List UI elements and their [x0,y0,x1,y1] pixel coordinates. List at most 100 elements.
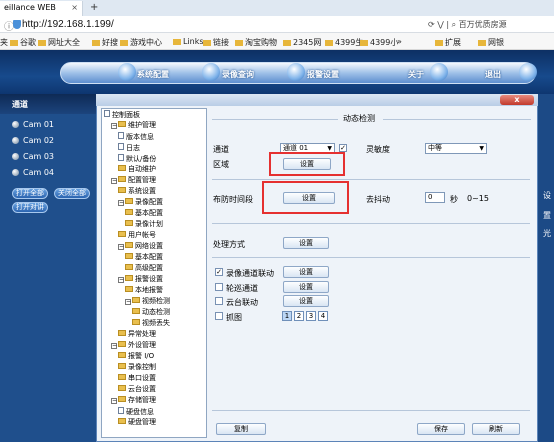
menu-record-search[interactable]: 录像查询 [222,69,254,80]
sensitivity-select[interactable]: 中等 ▼ [425,143,487,154]
menu-exit[interactable]: 退出 [485,69,501,80]
tree-node[interactable]: − 配置管理 [111,176,156,184]
menu-alarm-settings[interactable]: 报警设置 [307,69,339,80]
tree-node[interactable]: − 录像配置 [118,198,163,206]
tree-node[interactable]: 基本配置 [125,253,163,261]
dialog-title-bar [96,94,538,106]
camera-item[interactable]: Cam 02 [12,136,54,145]
bookmark-item[interactable]: 网银 [478,37,504,48]
close-all-button[interactable]: 关闭全部 [54,188,90,199]
copy-button[interactable]: 复制 [216,423,266,435]
tree-node[interactable]: − 网络设置 [118,242,163,250]
bookmark-item[interactable]: 谷歌 [10,37,36,48]
tree-node-label: 自动维护 [128,165,156,173]
tree-node[interactable]: 录像计划 [125,220,163,228]
snapshot-channel-2[interactable]: 2 [294,311,304,321]
tree-node[interactable]: 系统设置 [118,187,156,195]
collapse-icon[interactable]: − [118,200,124,206]
new-tab-button[interactable]: + [90,2,98,13]
debounce-input[interactable]: 0 [425,192,445,203]
tree-node[interactable]: 视频丢失 [132,319,170,327]
collapse-icon[interactable]: − [111,343,117,349]
tour-set-button[interactable]: 设置 [283,281,329,293]
tree-node[interactable]: 硬盘管理 [118,418,156,426]
tree-node[interactable]: 用户帐号 [118,231,156,239]
tree-node[interactable]: 控制面板 [104,110,140,119]
camera-label: Cam 03 [23,152,55,161]
tree-node[interactable]: 硬盘信息 [118,407,154,416]
tree-node[interactable]: 本地报警 [125,286,163,294]
tree-node[interactable]: 串口设置 [118,374,156,382]
search-box[interactable]: ⟳ ⋁ | ⌕ 百万优质房源 [428,19,507,30]
tree-node[interactable]: 报警 I/O [118,352,154,360]
collapse-icon[interactable]: − [125,299,131,305]
tree-node[interactable]: 云台设置 [118,385,156,393]
folder-icon [92,40,100,46]
ptz-link-set-button[interactable]: 设置 [283,295,329,307]
bookmark-item[interactable]: Links [173,37,204,46]
bookmark-item[interactable]: 扩展 [435,37,461,48]
collapse-icon[interactable]: − [118,277,124,283]
tree-node[interactable]: − 外设管理 [111,341,156,349]
camera-item[interactable]: Cam 01 [12,120,54,129]
folder-icon [125,242,133,248]
bookmark-item[interactable]: 链接 [203,37,229,48]
bookmark-item[interactable]: 好搜 [92,37,118,48]
folder-icon [203,40,211,46]
snapshot-checkbox[interactable] [215,312,223,320]
tree-node[interactable]: 默认/备份 [118,154,156,163]
tree-node[interactable]: 日志 [118,143,140,152]
bookmark-item[interactable]: 游戏中心 [120,37,162,48]
bookmark-item[interactable]: 夹 [0,37,8,48]
tree-node[interactable]: − 视频检测 [125,297,170,305]
folder-icon [283,40,291,46]
tree-node[interactable]: 异常处理 [118,330,156,338]
tour-label: 轮巡通道 [226,284,258,293]
dialog-close-button[interactable]: x [500,95,534,105]
tree-node[interactable]: 高级配置 [125,264,163,272]
debounce-label: 去抖动 [366,195,390,204]
tour-checkbox[interactable] [215,283,223,291]
bookmark-item[interactable]: 网址大全 [38,37,80,48]
camera-item[interactable]: Cam 04 [12,168,54,177]
bookmark-item[interactable]: 淘宝购物 [235,37,277,48]
ptz-link-checkbox[interactable] [215,297,223,305]
tree-node[interactable]: 版本信息 [118,132,154,141]
snapshot-channel-1[interactable]: 1 [282,311,292,321]
collapse-icon[interactable]: − [118,244,124,250]
snapshot-channel-4[interactable]: 4 [318,311,328,321]
save-button[interactable]: 保存 [417,423,465,435]
browser-tab[interactable]: eillance WEB × [0,1,83,16]
divider [212,410,530,411]
snapshot-channel-3[interactable]: 3 [306,311,316,321]
bookmark-item[interactable]: 4399小 [360,37,398,48]
tree-node[interactable]: − 报警设置 [118,275,163,283]
refresh-button[interactable]: 刷新 [472,423,520,435]
tree-node-label: 录像计划 [135,220,163,228]
camera-item[interactable]: Cam 03 [12,152,54,161]
page-icon [104,110,110,117]
tree-node[interactable]: − 存储管理 [111,396,156,404]
tree-node[interactable]: 动态检测 [132,308,170,316]
tree-node[interactable]: 录像控制 [118,363,156,371]
channel-all-checkbox[interactable]: ✓ [339,144,347,152]
folder-icon [132,297,140,303]
collapse-icon[interactable]: − [111,178,117,184]
bookmark-item[interactable]: 2345网 [283,37,321,48]
handle-set-button[interactable]: 设置 [283,237,329,249]
open-all-button[interactable]: 打开全部 [12,188,48,199]
tree-node[interactable]: − 维护管理 [111,121,156,129]
menu-system-config[interactable]: 系统配置 [137,69,169,80]
tree-node[interactable]: 基本配置 [125,209,163,217]
collapse-icon[interactable]: − [111,123,117,129]
menu-about[interactable]: 关于 [408,69,424,80]
bookmark-item[interactable]: » [397,37,402,46]
url-text[interactable]: http://192.168.1.199/ [22,19,114,30]
tree-node[interactable]: 自动维护 [118,165,156,173]
open-intercom-button[interactable]: 打开对讲 [12,202,48,213]
collapse-icon[interactable]: − [111,398,117,404]
bookmark-item[interactable]: 4399生 [325,37,363,48]
record-link-set-button[interactable]: 设置 [283,266,329,278]
tab-close-icon[interactable]: × [71,3,78,12]
record-link-checkbox[interactable]: ✓ [215,268,223,276]
